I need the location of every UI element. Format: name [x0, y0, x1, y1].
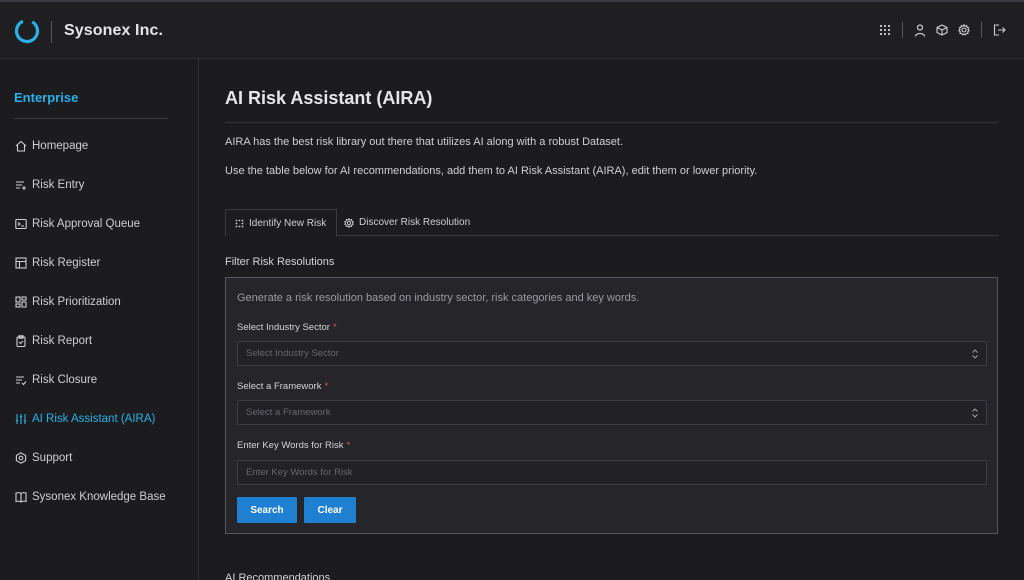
sidebar-item-risk-approval-queue[interactable]: Risk Approval Queue	[14, 214, 140, 234]
sidebar-item-label: Homepage	[32, 140, 89, 152]
sidebar-divider	[14, 118, 168, 119]
sidebar-item-risk-entry[interactable]: Risk Entry	[14, 175, 84, 195]
sidebar-item-risk-prioritization[interactable]: Risk Prioritization	[14, 292, 121, 312]
sidebar-item-risk-closure[interactable]: Risk Closure	[14, 370, 97, 390]
user-icon[interactable]	[909, 19, 931, 41]
logo-icon	[14, 18, 40, 44]
list-add-icon	[14, 179, 27, 192]
table-icon	[14, 257, 27, 270]
field-label-text: Select a Framework	[237, 381, 322, 392]
chevron-updown-icon	[972, 408, 978, 418]
framework-select[interactable]: Select a Framework	[237, 400, 987, 425]
sidebar-item-homepage[interactable]: Homepage	[14, 136, 88, 156]
logout-icon[interactable]	[988, 19, 1010, 41]
dots-grid-icon	[234, 218, 244, 228]
tab-label: Identify New Risk	[249, 217, 327, 229]
chevron-updown-icon	[972, 349, 978, 359]
filter-description: Generate a risk resolution based on indu…	[237, 292, 640, 304]
sidebar-item-label: Sysonex Knowledge Base	[32, 491, 166, 503]
keywords-label: Enter Key Words for Risk *	[237, 440, 350, 451]
title-divider	[225, 122, 998, 123]
top-separator	[902, 22, 903, 38]
cube-icon[interactable]	[931, 19, 953, 41]
field-label-text: Select Industry Sector	[237, 322, 330, 333]
hexagon-icon	[14, 452, 27, 465]
tab-label: Discover Risk Resolution	[359, 217, 471, 228]
page-title: AI Risk Assistant (AIRA)	[225, 88, 433, 108]
sidebar-item-support[interactable]: Support	[14, 448, 72, 468]
ai-recommendations-title: AI Recommendations	[225, 572, 331, 580]
clear-button[interactable]: Clear	[304, 497, 356, 523]
top-icon-bar	[874, 19, 1010, 41]
intro-text: AIRA has the best risk library out there…	[225, 136, 624, 148]
sidebar-item-label: Risk Approval Queue	[32, 218, 141, 230]
clipboard-icon	[14, 335, 27, 348]
sidebar-item-label: Risk Entry	[32, 179, 85, 191]
industry-sector-select[interactable]: Select Industry Sector	[237, 341, 987, 366]
tab-discover-risk-resolution[interactable]: Discover Risk Resolution	[344, 209, 470, 236]
settings-icon	[344, 217, 354, 228]
book-icon	[14, 491, 27, 504]
required-marker: *	[346, 440, 351, 451]
field-label-text: Enter Key Words for Risk	[237, 440, 344, 451]
brand-divider	[51, 21, 52, 43]
search-button[interactable]: Search	[237, 497, 297, 523]
industry-sector-label: Select Industry Sector *	[237, 322, 337, 333]
list-check-icon	[14, 374, 27, 387]
filter-panel: Generate a risk resolution based on indu…	[225, 277, 998, 534]
top-separator	[981, 22, 982, 38]
home-icon	[14, 140, 27, 153]
industry-sector-placeholder: Select Industry Sector	[246, 348, 339, 359]
framework-label: Select a Framework *	[237, 381, 328, 392]
instructions-text: Use the table below for AI recommendatio…	[225, 165, 758, 177]
tab-bar: Identify New Risk Discover Risk Resoluti…	[225, 209, 998, 237]
required-marker: *	[324, 381, 329, 392]
sidebar-heading: Enterprise	[14, 90, 79, 105]
sliders-icon	[14, 413, 27, 426]
main-content: AI Risk Assistant (AIRA) AIRA has the be…	[200, 59, 1024, 580]
required-marker: *	[332, 322, 337, 333]
sidebar-item-label: Risk Closure	[32, 374, 98, 386]
dashboard-icon	[14, 296, 27, 309]
sidebar-item-label: Risk Register	[32, 257, 101, 269]
grid-icon[interactable]	[874, 19, 896, 41]
gear-icon[interactable]	[953, 19, 975, 41]
keywords-input[interactable]: Enter Key Words for Risk	[237, 460, 987, 485]
sidebar-item-ai-risk-assistant[interactable]: AI Risk Assistant (AIRA)	[14, 409, 155, 429]
terminal-icon	[14, 218, 27, 231]
sidebar: Enterprise Homepage Risk Entry Risk Appr…	[0, 59, 199, 580]
framework-placeholder: Select a Framework	[246, 407, 331, 418]
sidebar-item-label: AI Risk Assistant (AIRA)	[32, 413, 156, 425]
sidebar-item-label: Risk Prioritization	[32, 296, 121, 308]
sidebar-item-label: Support	[32, 452, 73, 464]
sidebar-item-risk-register[interactable]: Risk Register	[14, 253, 100, 273]
filter-section-title: Filter Risk Resolutions	[225, 256, 335, 268]
sidebar-item-label: Risk Report	[32, 335, 93, 347]
tab-identify-new-risk[interactable]: Identify New Risk	[225, 209, 338, 237]
keywords-placeholder: Enter Key Words for Risk	[246, 467, 353, 478]
top-bar: Sysonex Inc.	[0, 0, 1024, 59]
sidebar-item-risk-report[interactable]: Risk Report	[14, 331, 92, 351]
sidebar-item-knowledge-base[interactable]: Sysonex Knowledge Base	[14, 487, 166, 507]
brand-name: Sysonex Inc.	[64, 22, 164, 39]
